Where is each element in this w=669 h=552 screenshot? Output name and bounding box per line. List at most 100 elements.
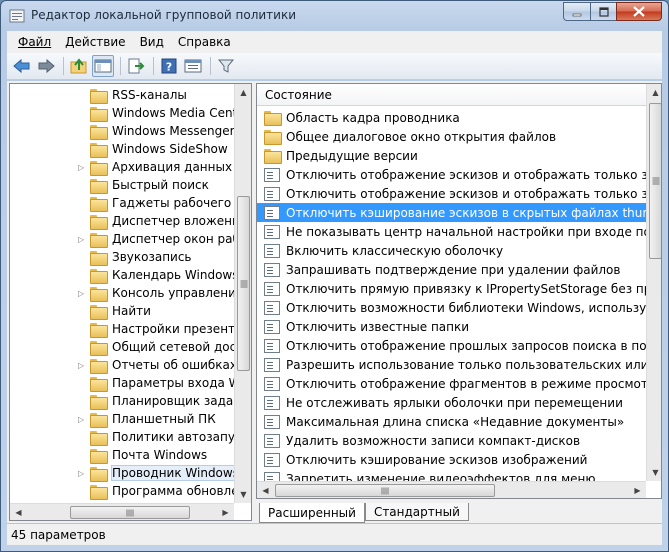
tree-item[interactable]: Календарь Windows [10, 266, 239, 284]
tree-item-label: Диспетчер окон рабо [112, 232, 248, 246]
expand-arrow-icon[interactable]: ▷ [78, 415, 87, 424]
title-bar[interactable]: Редактор локальной групповой политики [1, 1, 668, 31]
tree-item[interactable]: Windows Media Cente [10, 104, 245, 122]
back-button[interactable] [11, 55, 33, 77]
tree-item[interactable]: Windows SideShow [10, 140, 228, 158]
tree-item[interactable]: ▷ Диспетчер окон рабо [10, 230, 247, 248]
policy-setting-icon [264, 243, 280, 258]
tree-scroll-thumb[interactable] [237, 196, 250, 371]
policy-setting-icon [264, 167, 280, 182]
tree-horizontal-scrollbar[interactable]: ◀ ▶ [10, 503, 234, 520]
list-item[interactable]: Общее диалоговое окно открытия файлов [257, 127, 646, 146]
up-level-button[interactable] [68, 55, 90, 77]
tree-item[interactable]: Параметры входа Wir [10, 374, 249, 392]
tree-item[interactable]: Быстрый поиск [10, 176, 209, 194]
tree-item[interactable]: Программа обновлен [10, 482, 246, 500]
expand-arrow-icon[interactable]: ▷ [78, 163, 87, 172]
tree-item[interactable]: ▷ Консоль управления [10, 284, 243, 302]
list-item[interactable]: Включить классическую оболочку [257, 241, 646, 260]
tree-item[interactable]: ▷ Планшетный ПК [10, 410, 216, 428]
scroll-right-icon[interactable]: ▶ [217, 504, 234, 520]
list-item[interactable]: Удалить возможности записи компакт-диско… [257, 431, 646, 450]
filter-button[interactable] [215, 55, 237, 77]
maximize-button[interactable] [590, 2, 616, 21]
list-scroll-thumb[interactable] [649, 103, 661, 259]
tree-item-label: Гаджеты рабочего сто [112, 196, 252, 210]
list-item[interactable]: Отключить отображение прошлых запросов п… [257, 336, 646, 355]
tab-extended[interactable]: Расширенный [259, 503, 365, 523]
list-item[interactable]: Отключить кэширование эскизов в скрытых … [257, 203, 646, 222]
menu-action[interactable]: Действие [58, 35, 132, 49]
list-item[interactable]: Отключить отображение фрагментов в режим… [257, 374, 646, 393]
scroll-left-icon[interactable]: ◀ [10, 504, 27, 520]
tree-vertical-scrollbar[interactable]: ▲ ▼ [234, 84, 251, 503]
show-hide-tree-button[interactable] [92, 55, 114, 77]
list-item[interactable]: Не отслеживать ярлыки оболочки при перем… [257, 393, 646, 412]
list-header[interactable]: Состояние [257, 84, 647, 106]
help-button[interactable]: ? [158, 55, 180, 77]
tree-item[interactable]: ▷ Проводник Windows. [10, 464, 244, 482]
list-item-label: Отключить возможности библиотеки Windows… [286, 300, 646, 315]
scroll-up-icon[interactable]: ▲ [647, 84, 661, 101]
tree-item[interactable]: Общий сетевой досту [10, 338, 250, 356]
tree-item[interactable]: ▷ Архивация данных [10, 158, 232, 176]
tab-extended-label: Расширенный [268, 505, 356, 520]
list-item[interactable]: Отключить кэширование эскизов изображени… [257, 450, 646, 469]
tree-item[interactable]: Windows Messenger [10, 122, 235, 140]
tree-item[interactable]: Звукозапись [10, 248, 192, 266]
list-hscroll-thumb[interactable] [275, 484, 495, 497]
close-icon [633, 6, 645, 17]
tree-item[interactable]: Политики автозапуск [10, 428, 249, 446]
policy-setting-icon [264, 357, 280, 372]
list-item[interactable]: Область кадра проводника [257, 108, 646, 127]
scroll-down-icon[interactable]: ▼ [647, 464, 661, 481]
list-item[interactable]: Отключить возможности библиотеки Windows… [257, 298, 646, 317]
expand-arrow-icon[interactable]: ▷ [78, 361, 87, 370]
tab-standard[interactable]: Стандартный [364, 503, 469, 521]
list-item[interactable]: Не показывать центр начальной настройки … [257, 222, 646, 241]
tree-hscroll-thumb[interactable] [70, 506, 190, 519]
list-item-label: Отключить прямую привязку к IPropertySet… [286, 281, 646, 296]
close-button[interactable] [616, 2, 662, 21]
minimize-button[interactable] [563, 2, 590, 21]
policy-setting-icon [264, 376, 280, 391]
list-item[interactable]: Отключить известные папки [257, 317, 646, 336]
scroll-up-icon[interactable]: ▲ [235, 84, 251, 101]
policy-setting-icon [264, 338, 280, 353]
column-header-state[interactable]: Состояние [265, 88, 332, 102]
list-item[interactable]: Отключить отображение эскизов и отобража… [257, 184, 646, 203]
list-vertical-scrollbar[interactable]: ▲ ▼ [646, 84, 661, 481]
content-area: RSS-каналы Windows Media Cente Windows Mes… [7, 81, 662, 523]
expand-arrow-icon[interactable]: ▷ [78, 469, 87, 478]
scroll-right-icon[interactable]: ▶ [629, 482, 646, 498]
list-item[interactable]: Отключить отображение эскизов и отобража… [257, 165, 646, 184]
tree-item[interactable]: Гаджеты рабочего сто [10, 194, 252, 212]
properties-button[interactable] [182, 55, 204, 77]
folder-icon [90, 124, 108, 140]
menu-help[interactable]: Справка [171, 35, 238, 49]
menu-view[interactable]: Вид [133, 35, 171, 49]
tree-item[interactable]: Диспетчер вложений [10, 212, 248, 230]
scroll-left-icon[interactable]: ◀ [257, 482, 274, 498]
scroll-down-icon[interactable]: ▼ [235, 486, 251, 503]
forward-button[interactable] [35, 55, 57, 77]
tree-item[interactable]: Почта Windows [10, 446, 207, 464]
tree-item-label: Звукозапись [112, 250, 192, 264]
list-item-label: Отключить отображение прошлых запросов п… [286, 338, 646, 353]
list-item[interactable]: Разрешить использование только пользоват… [257, 355, 646, 374]
tree-item[interactable]: ▷ Отчеты об ошибках W [10, 356, 251, 374]
list-horizontal-scrollbar[interactable]: ◀ ▶ [257, 481, 646, 498]
expand-arrow-icon[interactable]: ▷ [78, 235, 87, 244]
list-item[interactable]: Запрашивать подтверждение при удалении ф… [257, 260, 646, 279]
tree-item[interactable]: Настройки презентаци [10, 320, 251, 338]
menu-file[interactable]: Файл [11, 35, 58, 49]
tree-item[interactable]: Найти [10, 302, 151, 320]
folder-icon [90, 448, 108, 464]
list-item[interactable]: Максимальная длина списка «Недавние доку… [257, 412, 646, 431]
tree-item[interactable]: RSS-каналы [10, 86, 187, 104]
expand-arrow-icon[interactable]: ▷ [78, 289, 87, 298]
list-item[interactable]: Предыдущие версии [257, 146, 646, 165]
export-list-button[interactable] [125, 55, 147, 77]
tree-item[interactable]: Планировщик задани [10, 392, 249, 410]
list-item[interactable]: Отключить прямую привязку к IPropertySet… [257, 279, 646, 298]
